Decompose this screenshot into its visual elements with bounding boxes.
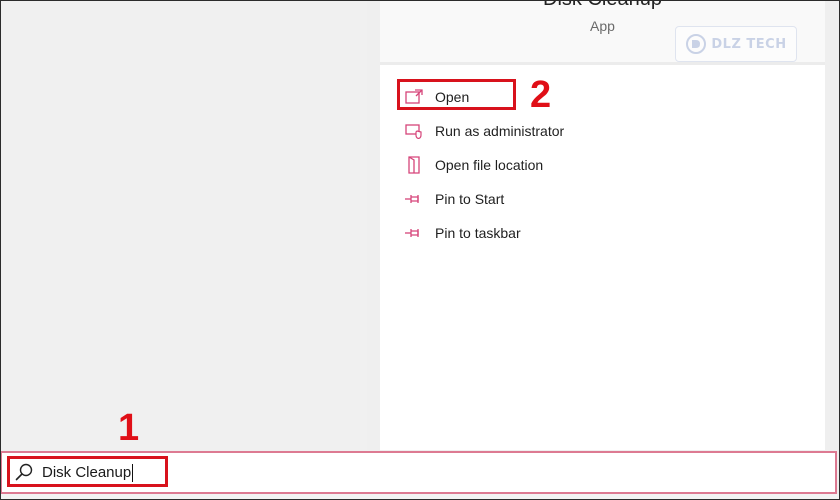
pin-icon xyxy=(404,189,424,209)
results-pane xyxy=(1,0,367,450)
folder-location-icon xyxy=(404,155,424,175)
watermark-logo: DLZ TECH xyxy=(675,26,797,62)
search-input-value: Disk Cleanup xyxy=(42,464,132,481)
watermark-icon xyxy=(686,34,707,54)
bottom-strip xyxy=(0,494,840,500)
shield-run-icon xyxy=(404,121,424,141)
action-label: Pin to Start xyxy=(435,191,505,207)
action-list: Open Run as administrator Open file loca… xyxy=(404,80,804,250)
open-icon xyxy=(404,87,424,107)
action-run-as-administrator[interactable]: Run as administrator xyxy=(404,114,804,148)
app-title: Disk Cleanup xyxy=(380,0,825,11)
search-bar[interactable]: Disk Cleanup xyxy=(0,451,837,494)
action-open-file-location[interactable]: Open file location xyxy=(404,148,804,182)
action-label: Open xyxy=(435,89,470,105)
search-input[interactable]: Disk Cleanup xyxy=(42,463,134,483)
watermark-text: DLZ TECH xyxy=(711,36,787,52)
header-divider xyxy=(380,62,825,65)
search-icon xyxy=(14,462,34,482)
action-label: Pin to taskbar xyxy=(435,225,521,241)
action-pin-to-taskbar[interactable]: Pin to taskbar xyxy=(404,216,804,250)
step-1-label: 1 xyxy=(118,407,140,449)
action-open[interactable]: Open xyxy=(404,80,804,114)
pin-icon xyxy=(404,223,424,243)
action-pin-to-start[interactable]: Pin to Start xyxy=(404,182,804,216)
text-caret xyxy=(132,464,134,483)
step-2-label: 2 xyxy=(530,74,552,116)
action-label: Open file location xyxy=(435,157,544,173)
app-details-pane: Disk Cleanup App DLZ TECH Open xyxy=(380,0,825,450)
action-label: Run as administrator xyxy=(435,123,565,139)
app-header: Disk Cleanup App DLZ TECH xyxy=(380,0,825,62)
